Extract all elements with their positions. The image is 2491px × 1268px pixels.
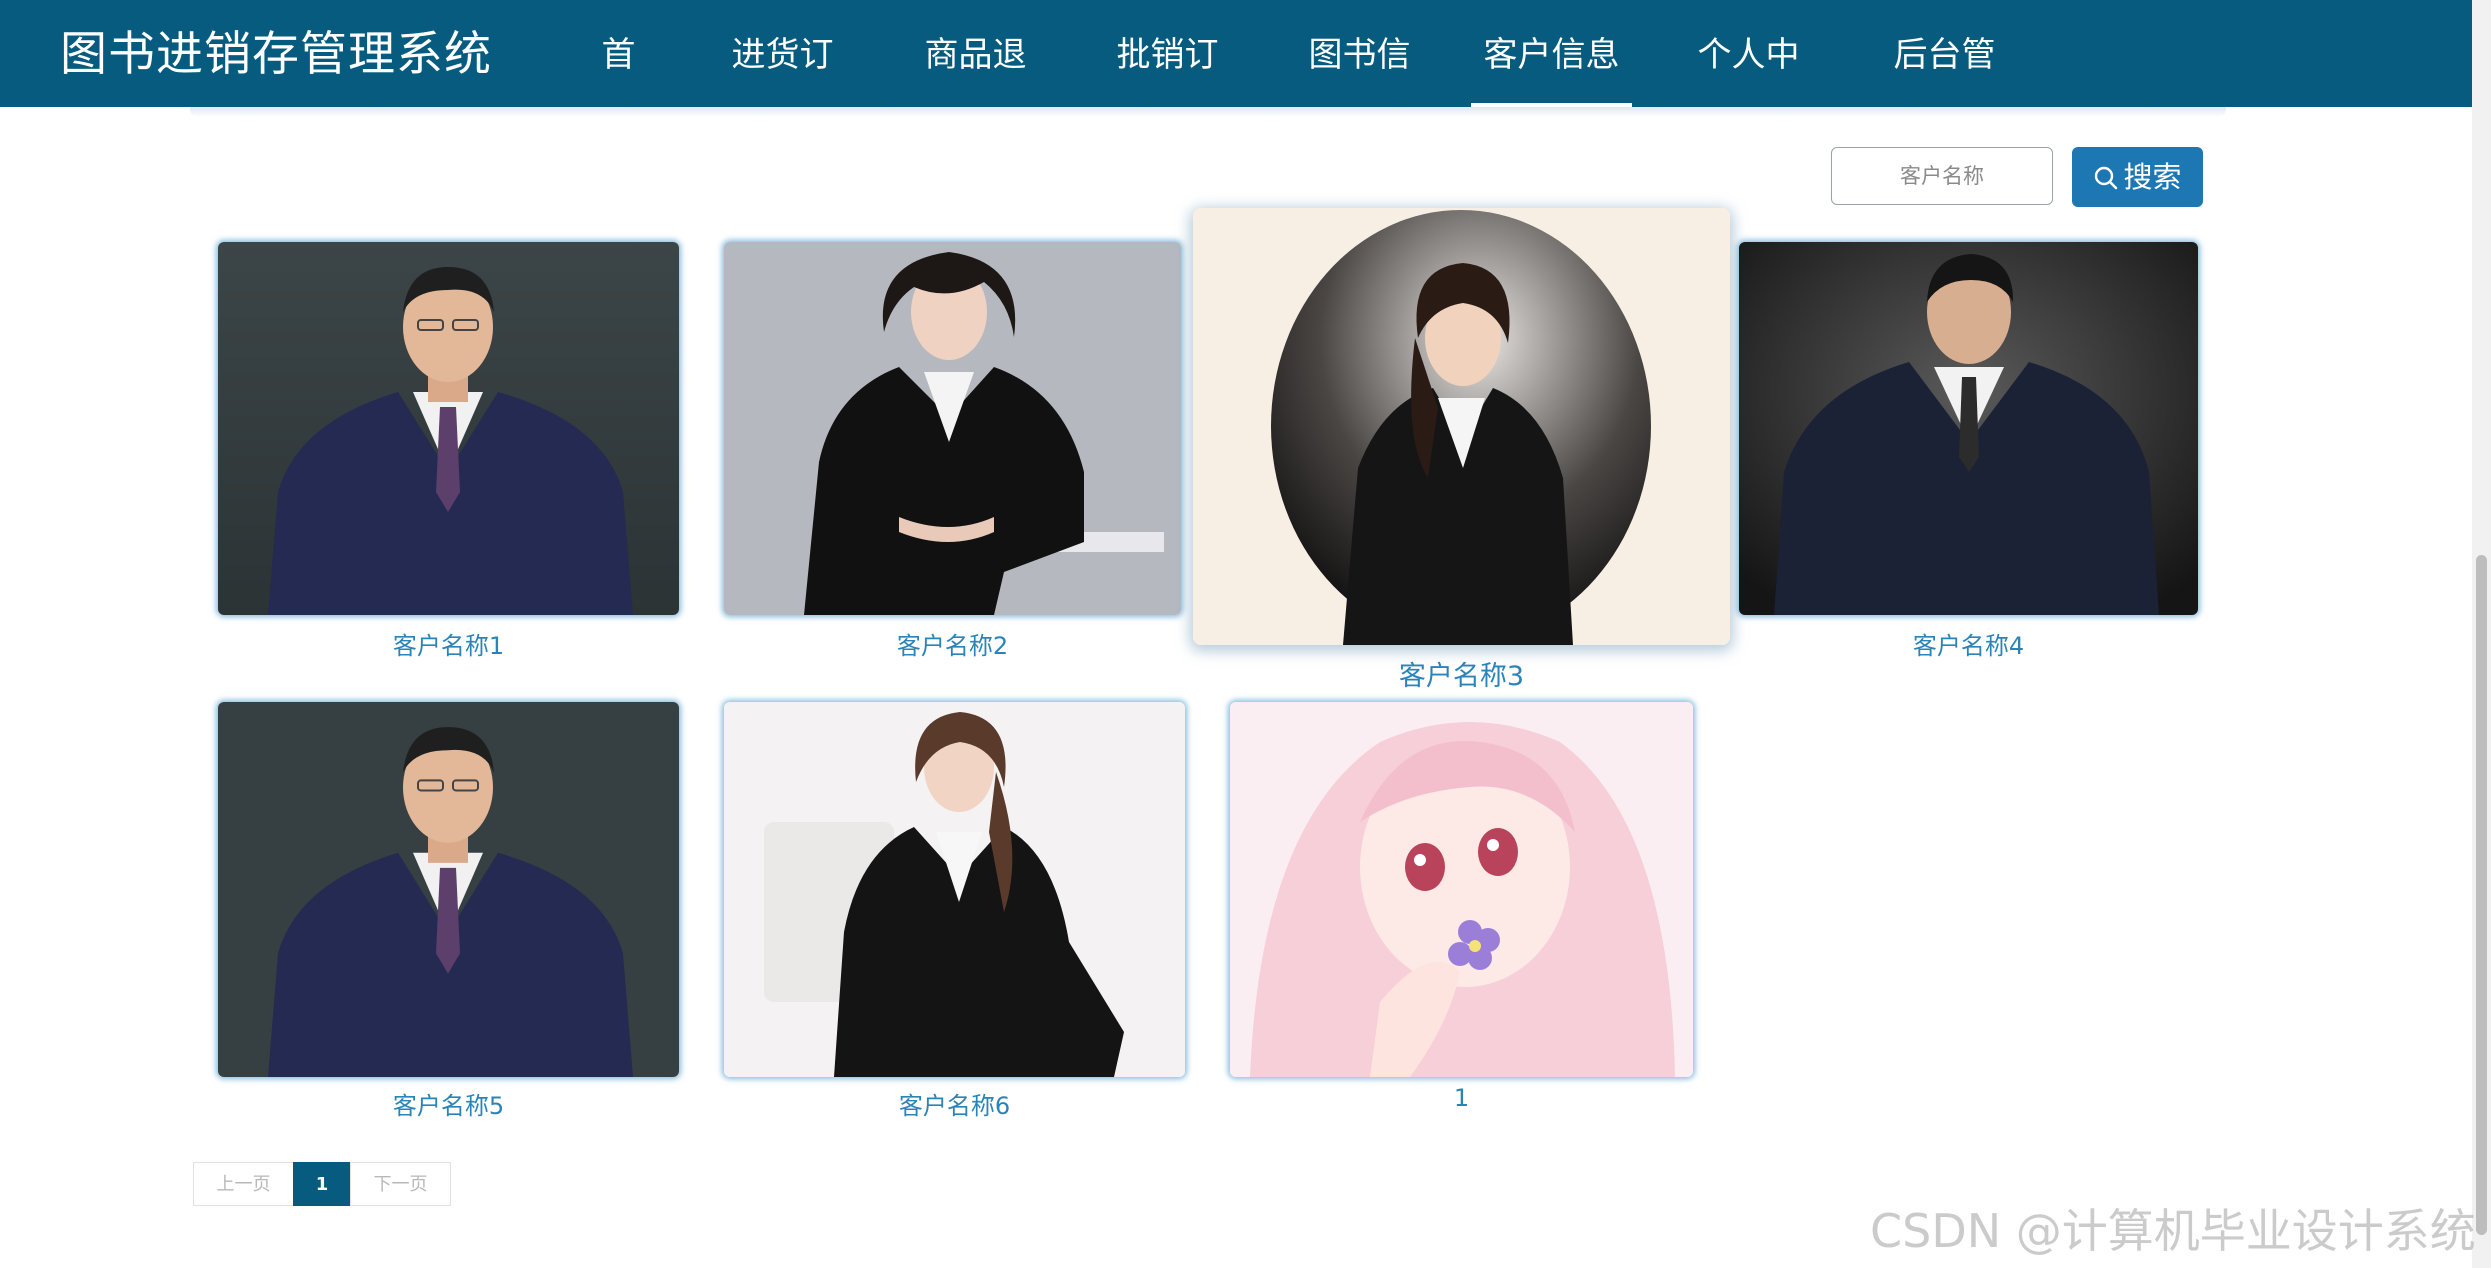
- customer-5-photo[interactable]: [218, 702, 679, 1077]
- prev-page-button[interactable]: 上一页: [193, 1162, 294, 1206]
- scrollbar-thumb[interactable]: [2476, 555, 2487, 1235]
- search-button[interactable]: 搜索: [2072, 147, 2203, 207]
- customer-1-name[interactable]: 客户名称1: [218, 626, 679, 661]
- customer-4-name[interactable]: 客户名称4: [1739, 626, 2198, 661]
- customer-name-search-input[interactable]: [1831, 147, 2053, 205]
- customer-3-photo[interactable]: [1193, 208, 1730, 645]
- customer-7-name[interactable]: 1: [1230, 1084, 1693, 1112]
- header-shadow: [190, 107, 2226, 117]
- nav-personal-center[interactable]: 个人中心: [1681, 0, 1816, 185]
- search-button-label: 搜索: [2123, 160, 2182, 194]
- customer-6-photo[interactable]: [724, 702, 1185, 1077]
- customer-4-photo[interactable]: [1739, 242, 2198, 615]
- nav-returns[interactable]: 商品退货: [908, 0, 1043, 185]
- page-1-button[interactable]: 1: [293, 1162, 351, 1206]
- csdn-watermark: CSDN @计算机毕业设计系统: [1870, 1204, 2476, 1258]
- customer-3-name[interactable]: 客户名称3: [1193, 654, 1730, 693]
- nav-book-info[interactable]: 图书信息: [1292, 0, 1427, 185]
- nav-wholesale-orders[interactable]: 批销订单: [1100, 0, 1235, 185]
- nav-admin[interactable]: 后台管理: [1877, 0, 2012, 185]
- customer-5-name[interactable]: 客户名称5: [218, 1086, 679, 1121]
- customer-1-photo[interactable]: [218, 242, 679, 615]
- nav-purchase-orders[interactable]: 进货订单: [715, 0, 850, 185]
- next-page-button[interactable]: 下一页: [350, 1162, 451, 1206]
- customer-2-name[interactable]: 客户名称2: [724, 626, 1181, 661]
- customer-6-name[interactable]: 客户名称6: [724, 1086, 1185, 1121]
- nav-home[interactable]: 首页: [585, 0, 652, 185]
- search-icon: [2095, 166, 2118, 190]
- customer-7-photo[interactable]: [1230, 702, 1693, 1077]
- app-title: 图书进销存管理系统: [60, 27, 492, 82]
- nav-customer-info[interactable]: 客户信息: [1471, 0, 1632, 107]
- top-navbar: 图书进销存管理系统 首页 进货订单 商品退货 批销订单 图书信息 客户信息 个人…: [0, 0, 2472, 185]
- customer-2-photo[interactable]: [724, 242, 1181, 615]
